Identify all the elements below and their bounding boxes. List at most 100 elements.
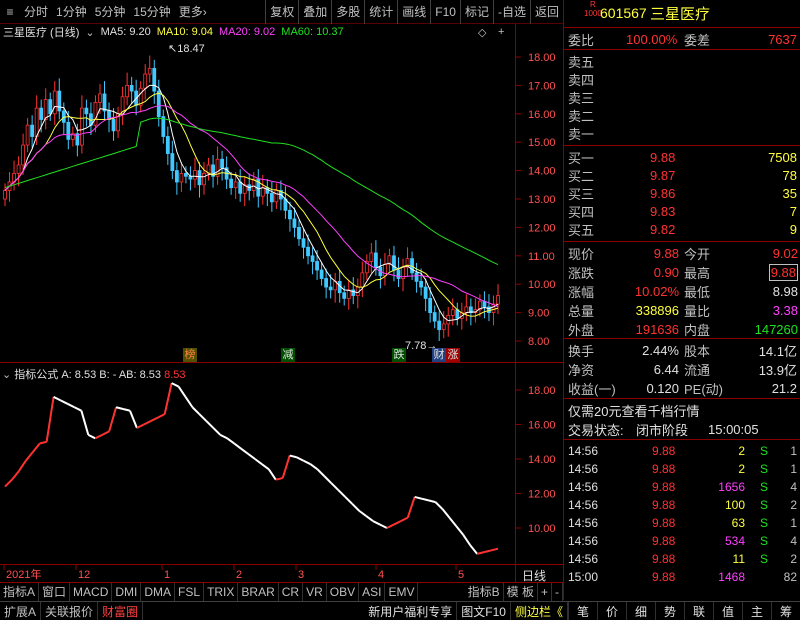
bid-row[interactable]: 买三 9.86 35: [564, 184, 800, 202]
new-user-promo-link[interactable]: 新用户福利专享: [364, 601, 458, 620]
weibi-value: 100.00%: [626, 31, 678, 47]
candle-body: [238, 181, 243, 194]
tab-more[interactable]: 更多›: [175, 0, 211, 24]
mark-button[interactable]: 标记: [459, 0, 493, 24]
indicator-segment: [205, 420, 215, 429]
quote-tab-trend[interactable]: 势: [655, 601, 684, 620]
indicator-segment: [11, 470, 20, 481]
promo-row[interactable]: 仅需20元查看千档行情: [564, 401, 800, 419]
tab-macd[interactable]: MACD: [70, 582, 113, 601]
tick-price: 9.88: [652, 444, 676, 458]
date-tick-label: 5: [458, 569, 464, 581]
date-tick-label: 1: [164, 569, 170, 581]
indicator-segment: [219, 433, 228, 440]
add-indicator-button[interactable]: +: [538, 582, 552, 601]
bid-row[interactable]: 买一 9.88 7508: [564, 148, 800, 166]
tab-cr[interactable]: CR: [279, 582, 304, 601]
remove-watchlist-button[interactable]: -自选: [492, 0, 530, 24]
tick-price: 9.88: [652, 570, 676, 584]
tick-time: 14:56: [568, 498, 599, 512]
tab-indicator-a[interactable]: 指标A: [0, 582, 40, 601]
indicator-segment: [115, 406, 124, 410]
indicator-segment: [469, 544, 478, 555]
remove-indicator-button[interactable]: -: [552, 582, 563, 601]
candle-body: [152, 67, 157, 92]
indicator-menu-icon[interactable]: ⌄: [2, 369, 11, 381]
indicator-segment: [393, 520, 402, 526]
tab-asi[interactable]: ASI: [359, 582, 386, 601]
candle-body: [496, 295, 500, 305]
stat-row: 现价 9.88 今开 9.02: [564, 244, 800, 262]
tab-1min[interactable]: 1分钟: [52, 0, 91, 24]
event-tag-rank[interactable]: 榜: [183, 348, 197, 362]
quote-tab-ticks[interactable]: 笔: [568, 601, 597, 620]
event-tag-reduce[interactable]: 减: [281, 348, 295, 362]
tab-emv[interactable]: EMV: [385, 582, 419, 601]
fundamental-label: 净资: [568, 362, 595, 378]
quote-tab-price[interactable]: 价: [597, 601, 626, 620]
tab-brar[interactable]: BRAR: [238, 582, 279, 601]
multi-stock-button[interactable]: 多股: [331, 0, 364, 24]
indicator-segment: [330, 482, 340, 491]
draw-line-button[interactable]: 画线: [397, 0, 430, 24]
fundamental-value: 2.44%: [642, 342, 679, 358]
f10-button[interactable]: F10: [430, 0, 460, 24]
indicator-segment: [323, 475, 333, 484]
quote-tab-linked[interactable]: 联: [684, 601, 713, 620]
tab-trix[interactable]: TRIX: [204, 582, 239, 601]
indicator-ab: AB: 8.53: [118, 369, 162, 381]
quote-tab-value[interactable]: 值: [713, 601, 742, 620]
candle-body: [301, 238, 306, 248]
candle-body: [111, 119, 116, 132]
event-tag-finance[interactable]: 财: [432, 348, 446, 362]
candle-body: [450, 309, 455, 316]
statistics-button[interactable]: 统计: [364, 0, 397, 24]
kline-chart[interactable]: 18.0017.0016.0015.0014.0013.0012.0011.00…: [0, 24, 563, 582]
tick-count: 4: [790, 480, 797, 494]
restore-rights-button[interactable]: 复权: [265, 0, 298, 24]
indicator-tick-label: 14.00: [528, 454, 556, 466]
candle-body: [184, 173, 188, 177]
indicator-segment: [434, 501, 444, 510]
price-tick-label: 9.00: [528, 308, 549, 320]
bid-row[interactable]: 买四 9.83 7: [564, 202, 800, 220]
tab-vr[interactable]: VR: [303, 582, 327, 601]
price-tick-label: 14.00: [528, 166, 556, 178]
tab-indicator-b[interactable]: 指标B: [465, 582, 504, 601]
tab-obv[interactable]: OBV: [327, 582, 360, 601]
tab-template[interactable]: 模 板: [504, 582, 538, 601]
back-button[interactable]: 返回: [529, 0, 563, 24]
indicator-name[interactable]: 指标公式: [14, 369, 58, 381]
event-tag-drop[interactable]: 跌: [392, 348, 406, 362]
quote-tab-main[interactable]: 主: [742, 601, 771, 620]
overlay-button[interactable]: 叠加: [298, 0, 331, 24]
tab-dma[interactable]: DMA: [141, 582, 176, 601]
menu-icon[interactable]: ≡: [0, 0, 20, 24]
tab-dmi[interactable]: DMI: [112, 582, 142, 601]
indicator-segment: [45, 396, 55, 442]
tab-window[interactable]: 窗口: [39, 582, 71, 601]
bid-row[interactable]: 买二 9.87 78: [564, 166, 800, 184]
event-tag-rise[interactable]: 涨: [446, 348, 460, 362]
sidebar-toggle-button[interactable]: 侧边栏《: [511, 601, 568, 620]
tab-related-quotes[interactable]: 关联报价: [41, 601, 99, 620]
tab-15min[interactable]: 15分钟: [129, 0, 174, 24]
tab-wealth-circle[interactable]: 财富圈: [98, 601, 144, 620]
tick-count: 82: [783, 570, 797, 584]
tab-5min[interactable]: 5分钟: [91, 0, 130, 24]
fundamental-row: 换手 2.44% 股本 14.1亿: [564, 341, 800, 359]
tab-expand-a[interactable]: 扩展A: [0, 601, 42, 620]
tab-timeshare[interactable]: 分时: [20, 0, 52, 24]
promo-link[interactable]: 仅需20元查看千档行情: [568, 401, 699, 420]
indicator-segment: [18, 460, 27, 472]
quote-tab-detail[interactable]: 细: [626, 601, 655, 620]
stat-row: 总量 338896 量比 3.38: [564, 301, 800, 319]
indicator-segment: [476, 551, 485, 555]
tab-fsl[interactable]: FSL: [175, 582, 205, 601]
weicha-value: 7637: [768, 31, 797, 47]
price-tick-label: 13.00: [528, 194, 556, 206]
bid-row[interactable]: 买五 9.82 9: [564, 220, 800, 238]
quote-tab-chips[interactable]: 筹: [771, 601, 800, 620]
f10-graphic-button[interactable]: 图文F10: [457, 601, 511, 620]
tick-time: 15:00: [568, 570, 599, 584]
